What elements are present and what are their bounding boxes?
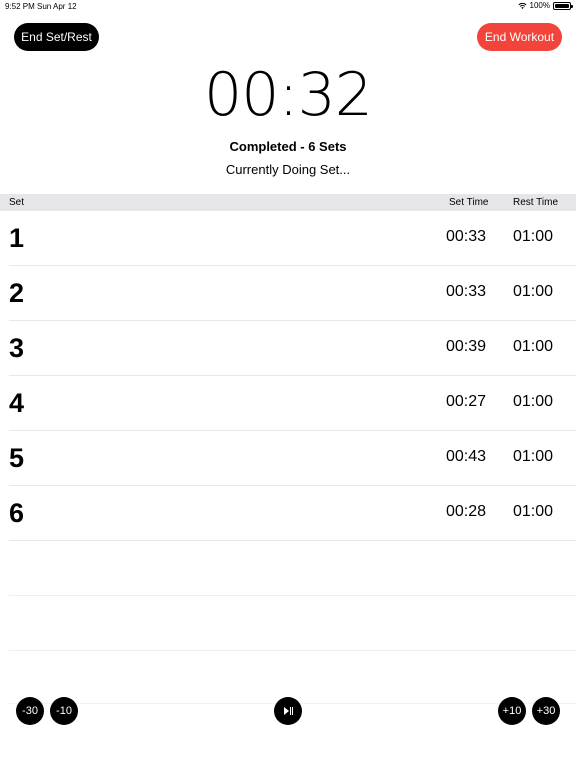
- empty-row: [9, 541, 576, 596]
- table-row[interactable]: 6 00:28 01:00: [9, 486, 576, 541]
- wifi-icon: [517, 2, 527, 9]
- table-row[interactable]: 5 00:43 01:00: [9, 431, 576, 486]
- completed-sets-label: Completed - 6 Sets: [229, 139, 347, 154]
- set-time: 00:33: [446, 228, 487, 245]
- table-row[interactable]: 3 00:39 01:00: [9, 321, 576, 376]
- play-pause-button[interactable]: [274, 697, 302, 725]
- table-row[interactable]: 2 00:33 01:00: [9, 266, 576, 321]
- current-status-label: Currently Doing Set...: [225, 162, 351, 177]
- set-number: 6: [9, 498, 25, 528]
- status-time: 9:52 PM: [5, 2, 35, 11]
- plus-10-button[interactable]: +10: [498, 697, 526, 725]
- rest-time: 01:00: [513, 503, 554, 520]
- battery-percent: 100%: [529, 1, 550, 10]
- rest-time: 01:00: [513, 283, 554, 300]
- sets-table: 1 00:33 01:00 2 00:33 01:00 3 00:39 01:0…: [0, 211, 576, 651]
- column-header-rest-time: Rest Time: [513, 197, 559, 208]
- set-number: 5: [9, 443, 25, 473]
- status-right: 100%: [517, 1, 573, 10]
- set-time: 00:39: [446, 338, 487, 355]
- timer-display: 00:32: [204, 60, 373, 130]
- rest-time: 01:00: [513, 228, 554, 245]
- minus-10-button[interactable]: -10: [50, 697, 78, 725]
- set-number: 4: [9, 388, 25, 418]
- minus-30-button[interactable]: -30: [16, 697, 44, 725]
- status-date: Sun Apr 12: [37, 2, 77, 11]
- plus-30-button[interactable]: +30: [532, 697, 560, 725]
- set-number: 1: [9, 223, 25, 253]
- set-time: 00:28: [446, 503, 487, 520]
- play-pause-icon: [283, 707, 293, 715]
- set-number: 2: [9, 278, 25, 308]
- set-time: 00:27: [446, 393, 487, 410]
- column-header-set: Set: [9, 197, 25, 208]
- column-header-set-time: Set Time: [449, 197, 489, 208]
- set-time: 00:33: [446, 283, 487, 300]
- rest-time: 01:00: [513, 448, 554, 465]
- rest-time: 01:00: [513, 338, 554, 355]
- set-number: 3: [9, 333, 25, 363]
- set-time: 00:43: [446, 448, 487, 465]
- end-workout-button[interactable]: End Workout: [477, 23, 562, 51]
- status-bar: 9:52 PM Sun Apr 12 100%: [0, 0, 576, 14]
- table-row[interactable]: 4 00:27 01:00: [9, 376, 576, 431]
- battery-icon: [553, 1, 573, 10]
- table-header: Set Set Time Rest Time: [0, 194, 576, 211]
- end-set-rest-button[interactable]: End Set/Rest: [14, 23, 99, 51]
- table-row[interactable]: 1 00:33 01:00: [9, 211, 576, 266]
- rest-time: 01:00: [513, 393, 554, 410]
- empty-row: [9, 596, 576, 651]
